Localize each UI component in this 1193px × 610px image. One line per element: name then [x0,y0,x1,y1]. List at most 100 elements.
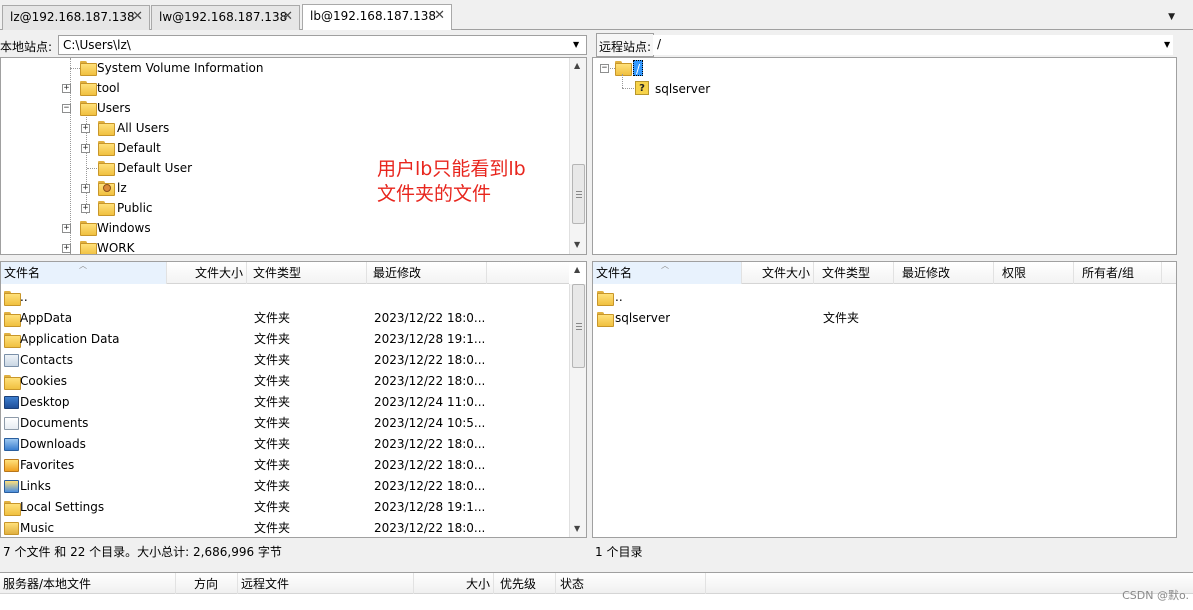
list-item[interactable]: Contacts 文件夹 2023/12/22 18:0... [1,350,569,371]
column-header-status[interactable]: 状态 [556,573,706,595]
list-item[interactable]: Cookies 文件夹 2023/12/22 18:0... [1,371,569,392]
column-header-modified[interactable]: 最近修改 [894,262,994,284]
column-label: 状态 [560,577,585,591]
column-header-local-file[interactable]: 服务器/本地文件 [0,573,176,595]
expand-icon[interactable]: + [62,224,71,233]
list-item[interactable]: Documents 文件夹 2023/12/24 10:5... [1,413,569,434]
expand-icon[interactable]: + [62,84,71,93]
favorites-icon [4,459,19,472]
remote-site-bar: 远程站点: / ▼ [593,33,1193,57]
local-list-scrollbar[interactable]: ▲ ▼ [569,265,586,537]
links-icon [4,480,19,493]
close-icon[interactable]: ✕ [434,8,445,23]
tab-list-dropdown-icon[interactable]: ▼ [1168,12,1175,22]
chevron-down-icon[interactable]: ▼ [1164,40,1170,49]
column-header-type[interactable]: 文件类型 [247,262,367,284]
expand-icon[interactable]: + [81,144,90,153]
column-header-modified[interactable]: 最近修改 [367,262,487,284]
file-type: 文件夹 [254,353,291,367]
file-name: AppData [20,311,73,325]
contacts-icon [4,354,19,367]
file-type: 文件夹 [254,437,291,451]
list-item[interactable]: .. [1,287,569,308]
local-tree-scrollbar[interactable]: ▲ ▼ [569,58,586,254]
column-label: 最近修改 [373,266,422,280]
list-item[interactable]: .. [593,287,1176,308]
scroll-thumb[interactable] [572,284,585,368]
column-label: 最近修改 [902,266,951,280]
column-header-name[interactable]: 文件名 ︿ [593,262,742,284]
folder-icon [4,333,21,348]
list-item[interactable]: Desktop 文件夹 2023/12/24 11:0... [1,392,569,413]
column-label: 文件大小 [761,266,810,280]
remote-status-text: 1 个目录 [595,545,643,559]
column-header-owner[interactable]: 所有者/组 [1074,262,1162,284]
folder-icon [98,141,115,156]
column-label: 方向 [194,577,219,591]
column-header-type[interactable]: 文件类型 [814,262,894,284]
tab-lw[interactable]: lw@192.168.187.138 ✕ [151,5,300,30]
scroll-down-icon[interactable]: ▼ [574,524,580,533]
tree-item-label: All Users [117,121,170,135]
column-header-direction[interactable]: 方向 [176,573,238,595]
tree-item-label: Default [117,141,161,155]
column-header-priority[interactable]: 优先级 [494,573,556,595]
expand-icon[interactable]: + [81,204,90,213]
scroll-up-icon[interactable]: ▲ [574,265,580,274]
scroll-up-icon[interactable]: ▲ [574,61,580,70]
local-status-bar: 7 个文件 和 22 个目录。大小总计: 2,686,996 字节 [0,539,587,561]
folder-icon [80,241,97,254]
column-header-size[interactable]: 文件大小 [167,262,247,284]
folder-icon [98,121,115,136]
file-name: Desktop [20,395,70,409]
collapse-icon[interactable]: − [600,64,609,73]
list-item[interactable]: Local Settings 文件夹 2023/12/28 19:1... [1,497,569,518]
file-type: 文件夹 [254,521,291,535]
column-header-name[interactable]: 文件名 ︿ [1,262,167,284]
column-header-permissions[interactable]: 权限 [994,262,1074,284]
list-item[interactable]: sqlserver 文件夹 [593,308,1176,329]
collapse-icon[interactable]: − [62,104,71,113]
tree-item-label: WORK [97,241,135,255]
tree-item-label: Default User [117,161,193,175]
folder-icon [597,312,614,327]
file-modified: 2023/12/22 18:0... [374,521,486,535]
remote-status-bar: 1 个目录 [592,539,1177,561]
file-modified: 2023/12/22 18:0... [374,437,486,451]
file-type: 文件夹 [254,458,291,472]
tree-item-label: tool [97,81,120,95]
expand-icon[interactable]: + [81,124,90,133]
list-item[interactable]: Favorites 文件夹 2023/12/22 18:0... [1,455,569,476]
list-item[interactable]: Application Data 文件夹 2023/12/28 19:1... [1,329,569,350]
expand-icon[interactable]: + [62,244,71,253]
column-header-size[interactable]: 大小 [414,573,494,595]
folder-icon [80,81,97,96]
tab-lz[interactable]: lz@192.168.187.138 ✕ [2,5,150,30]
local-path-input[interactable]: C:\Users\lz\ [58,35,587,55]
file-name: Downloads [20,437,86,451]
list-item[interactable]: Music 文件夹 2023/12/22 18:0... [1,518,569,537]
scroll-thumb[interactable] [572,164,585,224]
chevron-down-icon[interactable]: ▼ [573,40,579,49]
tab-lb[interactable]: lb@192.168.187.138 ✕ [302,4,452,30]
list-item[interactable]: Downloads 文件夹 2023/12/22 18:0... [1,434,569,455]
close-icon[interactable]: ✕ [132,9,143,24]
tree-item-label: Users [97,101,131,115]
scroll-down-icon[interactable]: ▼ [574,240,580,249]
tree-item-root[interactable]: / [633,60,644,76]
tab-label: lw@192.168.187.138 [159,10,288,24]
column-header-remote-file[interactable]: 远程文件 [238,573,414,595]
tab-label: lb@192.168.187.138 [310,9,437,23]
remote-list-header: 文件名 ︿ 文件大小 文件类型 最近修改 权限 所有者/组 [593,262,1176,284]
list-item[interactable]: Links 文件夹 2023/12/22 18:0... [1,476,569,497]
tree-item-label[interactable]: sqlserver [655,79,710,99]
transfer-queue-header: 服务器/本地文件 方向 远程文件 大小 优先级 状态 [0,572,1193,595]
expand-icon[interactable]: + [81,184,90,193]
column-header-size[interactable]: 文件大小 [742,262,814,284]
list-item[interactable]: AppData 文件夹 2023/12/22 18:0... [1,308,569,329]
file-modified: 2023/12/24 10:5... [374,416,486,430]
annotation-text: 用户lb只能看到lb 文件夹的文件 [377,157,526,207]
remote-path-input[interactable]: / [653,35,1173,55]
folder-icon [98,161,115,176]
close-icon[interactable]: ✕ [282,9,293,24]
